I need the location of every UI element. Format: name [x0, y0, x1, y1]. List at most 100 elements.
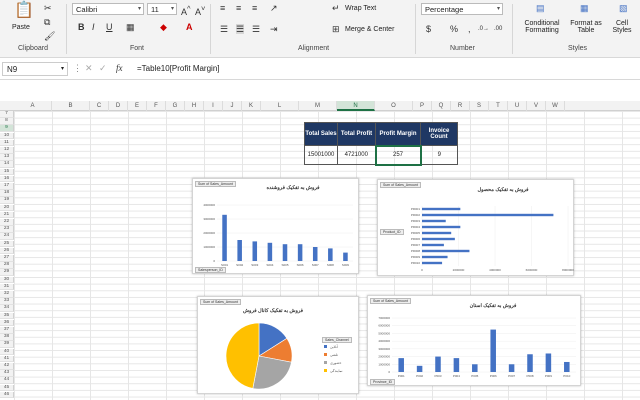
paste-button[interactable]: Paste: [12, 24, 30, 31]
column-header-V[interactable]: V: [527, 101, 546, 111]
legend-title[interactable]: Sales_Channel: [322, 337, 352, 343]
font-name-select[interactable]: Calibri ▾: [72, 3, 144, 15]
column-header-D[interactable]: D: [109, 101, 128, 111]
row-header-25[interactable]: 25: [0, 240, 14, 248]
column-header-R[interactable]: R: [451, 101, 470, 111]
row-header-20[interactable]: 20: [0, 204, 14, 212]
row-header-12[interactable]: 12: [0, 147, 14, 154]
align-right-icon[interactable]: ☰: [252, 24, 260, 34]
align-top-icon[interactable]: ≡: [220, 3, 225, 13]
increase-decimal-icon[interactable]: .0→: [478, 24, 489, 34]
row-header-26[interactable]: 26: [0, 247, 14, 255]
column-header-N[interactable]: N: [337, 101, 375, 111]
conditional-formatting-button[interactable]: Conditional Formatting: [520, 20, 564, 34]
column-header-S[interactable]: S: [470, 101, 489, 111]
enter-icon[interactable]: ✓: [99, 63, 107, 73]
row-header-13[interactable]: 13: [0, 154, 14, 161]
format-painter-icon[interactable]: 🖌: [44, 31, 55, 41]
value-invoice-count[interactable]: 9: [420, 145, 458, 165]
row-header-21[interactable]: 21: [0, 211, 14, 219]
column-header-W[interactable]: W: [546, 101, 565, 111]
row-header-44[interactable]: 44: [0, 377, 14, 385]
field-button-axis[interactable]: Province_ID: [370, 379, 396, 385]
column-header-M[interactable]: M: [299, 101, 337, 111]
align-center-icon[interactable]: ☰: [236, 24, 245, 34]
column-header-B[interactable]: B: [52, 101, 90, 111]
column-header-E[interactable]: E: [128, 101, 147, 111]
row-header-35[interactable]: 35: [0, 312, 14, 320]
chart-sales-by-salesperson[interactable]: Sum of Sales_Amount فروش به تفکیک فروشند…: [192, 178, 359, 274]
row-header-43[interactable]: 43: [0, 370, 14, 377]
row-header-9[interactable]: 9: [0, 125, 14, 133]
name-box[interactable]: N9 ▾: [2, 62, 68, 76]
underline-icon[interactable]: U: [106, 22, 113, 32]
row-header-42[interactable]: 42: [0, 363, 14, 370]
chart-sales-by-product[interactable]: Sum of Sales_Amount فروش به تفکیک محصول …: [377, 179, 574, 276]
row-header-7[interactable]: 7: [0, 111, 14, 118]
row-header-31[interactable]: 31: [0, 283, 14, 291]
wrap-text-button[interactable]: Wrap Text: [345, 5, 376, 12]
row-header-15[interactable]: 15: [0, 168, 14, 176]
row-header-45[interactable]: 45: [0, 384, 14, 392]
row-header-28[interactable]: 28: [0, 262, 14, 269]
currency-icon[interactable]: $: [426, 24, 431, 34]
column-header-J[interactable]: J: [223, 101, 242, 111]
row-header-37[interactable]: 37: [0, 327, 14, 334]
header-total-profit[interactable]: Total Profit: [337, 122, 376, 146]
align-bottom-icon[interactable]: ≡: [252, 3, 257, 13]
field-button-axis[interactable]: Product_ID: [380, 229, 404, 235]
conditional-formatting-icon[interactable]: ▤: [536, 3, 545, 13]
row-header-16[interactable]: 16: [0, 175, 14, 183]
format-as-table-button[interactable]: Format as Table: [566, 20, 606, 34]
font-size-select[interactable]: 11 ▾: [147, 3, 177, 15]
column-header-T[interactable]: T: [489, 101, 508, 111]
align-middle-icon[interactable]: ≡: [236, 3, 241, 13]
italic-icon[interactable]: I: [92, 22, 95, 32]
column-header-L[interactable]: L: [261, 101, 299, 111]
row-header-10[interactable]: 10: [0, 132, 14, 140]
column-header-P[interactable]: P: [413, 101, 432, 111]
paste-icon[interactable]: 📋: [14, 2, 34, 20]
column-header-O[interactable]: O: [375, 101, 413, 111]
wrap-text-icon[interactable]: ↵: [332, 3, 340, 13]
column-header-I[interactable]: I: [204, 101, 223, 111]
number-format-select[interactable]: Percentage ▾: [421, 3, 503, 15]
cut-icon[interactable]: ✂: [44, 3, 52, 13]
row-header-19[interactable]: 19: [0, 197, 14, 205]
field-button-axis[interactable]: Salesperson_ID: [195, 267, 226, 273]
row-header-27[interactable]: 27: [0, 255, 14, 262]
chart-sales-by-channel[interactable]: Sum of Sales_Amount فروش به تفکیک کانال …: [197, 296, 359, 394]
row-header-8[interactable]: 8: [0, 118, 14, 125]
value-total-sales[interactable]: 15001000: [304, 145, 338, 165]
row-header-29[interactable]: 29: [0, 269, 14, 277]
row-header-23[interactable]: 23: [0, 226, 14, 233]
column-header-K[interactable]: K: [242, 101, 261, 111]
row-header-18[interactable]: 18: [0, 190, 14, 197]
header-profit-margin[interactable]: Profit Margin: [375, 122, 421, 146]
row-header-46[interactable]: 46: [0, 391, 14, 399]
chart-sales-by-province[interactable]: Sum of Sales_Amount فروش به تفکیک استان …: [367, 295, 581, 386]
row-header-40[interactable]: 40: [0, 348, 14, 356]
merge-icon[interactable]: ⊞: [332, 24, 340, 34]
column-header-F[interactable]: F: [147, 101, 166, 111]
row-header-41[interactable]: 41: [0, 355, 14, 363]
row-header-24[interactable]: 24: [0, 233, 14, 241]
column-header-H[interactable]: H: [185, 101, 204, 111]
fill-color-icon[interactable]: ◆: [160, 22, 167, 32]
row-header-11[interactable]: 11: [0, 139, 14, 147]
row-header-36[interactable]: 36: [0, 319, 14, 327]
column-header-Q[interactable]: Q: [432, 101, 451, 111]
cell-styles-icon[interactable]: ▧: [619, 3, 628, 13]
format-as-table-icon[interactable]: ▦: [580, 3, 589, 13]
comma-icon[interactable]: ,: [468, 24, 471, 34]
cancel-icon[interactable]: ✕: [85, 63, 93, 73]
merge-center-button[interactable]: Merge & Center: [345, 26, 394, 33]
formula-input[interactable]: =Table10[Profit Margin]: [137, 64, 220, 73]
percent-icon[interactable]: %: [450, 24, 458, 34]
increase-font-icon[interactable]: A^: [181, 4, 191, 17]
row-header-33[interactable]: 33: [0, 298, 14, 305]
column-header-G[interactable]: G: [166, 101, 185, 111]
value-profit-margin[interactable]: 257: [374, 144, 422, 166]
value-total-profit[interactable]: 4721000: [337, 145, 376, 165]
column-header-A[interactable]: A: [14, 101, 52, 111]
